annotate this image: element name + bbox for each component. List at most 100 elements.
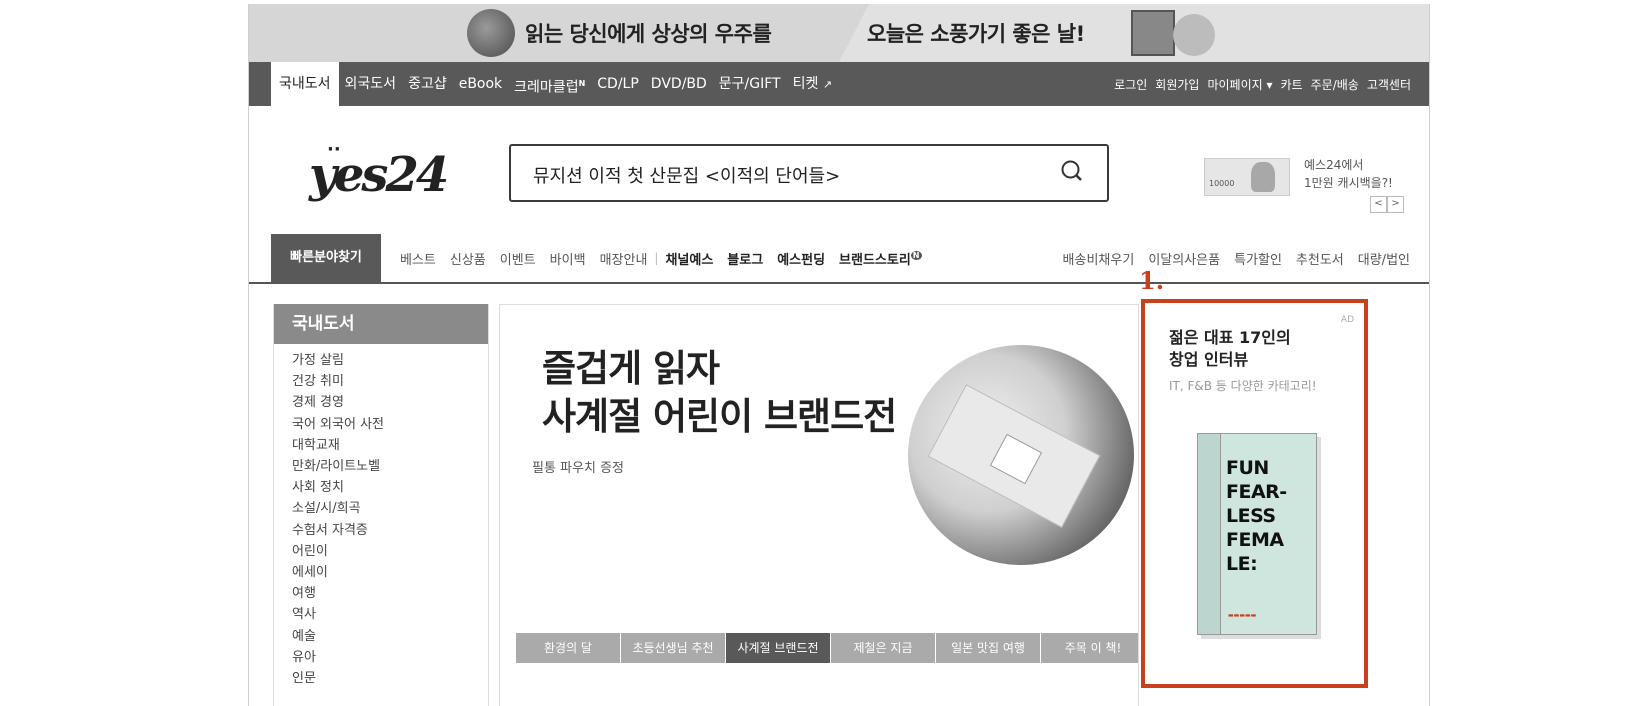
new-badge-icon: N [910,251,922,261]
lnb-channel-yes[interactable]: 채널예스 [658,249,720,268]
lnb-special-discount[interactable]: 특가할인 [1227,249,1289,268]
hero-tab[interactable]: 환경의 달 [516,633,621,663]
lnb-event[interactable]: 이벤트 [493,249,543,268]
gnb-crema-label: 크레마클럽 [514,79,579,96]
side-ad-banner[interactable]: AD 젊은 대표 17인의 창업 인터뷰 IT, F&B 등 다양한 카테고리!… [1141,299,1368,688]
promo-line-1: 예스24에서 [1304,158,1364,172]
book-cover-title: FUN FEAR- LESS FEMA LE: [1226,456,1287,576]
gnb-domestic-books[interactable]: 국내도서 [271,62,339,106]
gnb-ebook[interactable]: eBook [453,62,508,106]
category-item[interactable]: 여행 [292,583,488,604]
gnb-ticket[interactable]: 티켓 ↗ [787,62,838,106]
category-item[interactable]: 만화/라이트노벨 [292,456,488,477]
banner-left-text[interactable]: 읽는 당신에게 상상의 우주를 [525,18,772,48]
quick-category-button[interactable]: 빠른분야찾기 [271,234,381,282]
book-title-line: FEMA [1226,529,1284,551]
secondary-nav: 빠른분야찾기 베스트 신상품 이벤트 바이백 매장안내 | 채널예스 블로그 예… [249,234,1429,284]
gnb-ticket-label: 티켓 [792,76,819,92]
chevron-right-icon[interactable]: > [1387,196,1404,213]
customer-center-link[interactable]: 고객센터 [1363,76,1415,93]
hero-tab[interactable]: 초등선생님 추천 [621,633,726,663]
signup-link[interactable]: 회원가입 [1151,76,1203,93]
category-item[interactable]: 수험서 자격증 [292,520,488,541]
category-item[interactable]: 가정 살림 [292,350,488,371]
lnb-bulk-corporate[interactable]: 대량/법인 [1351,249,1417,268]
book-title-line: LESS [1226,505,1276,527]
book-cover-image[interactable]: FUN FEAR- LESS FEMA LE: ▬▬▬▬▬ [1197,433,1317,635]
hero-title-line-1: 즐겁게 읽자 [542,347,720,390]
hero-tab[interactable]: 제철은 지금 [831,633,936,663]
book-title-line: LE: [1226,553,1258,575]
gnb-foreign-books[interactable]: 외국도서 [339,62,403,106]
annotation-number: 1. [1139,266,1165,295]
search-icon[interactable] [1061,160,1083,182]
gnb-stationery[interactable]: 문구/GIFT [713,62,787,106]
banknote-value: 10000 [1209,179,1235,188]
hero-product-image [908,345,1134,565]
lnb-yes-funding[interactable]: 예스펀딩 [770,249,832,268]
category-list: 가정 살림 건강 취미 경제 경영 국어 외국어 사전 대학교재 만화/라이트노… [274,344,488,689]
lnb-best[interactable]: 베스트 [393,249,443,268]
hero-title-line-2: 사계절 어린이 브랜드전 [542,395,897,438]
ad-tag: AD [1340,315,1354,325]
gnb-cd-lp[interactable]: CD/LP [591,62,645,106]
hero-tab-list: 환경의 달 초등선생님 추천 사계절 브랜드전 제철은 지금 일본 맛집 여행 … [516,633,1138,663]
banknote-portrait [1251,162,1275,192]
banner-right-text[interactable]: 오늘은 소풍가기 좋은 날! [867,18,1085,48]
category-item[interactable]: 유아 [292,647,488,668]
category-item[interactable]: 경제 경영 [292,392,488,413]
mypage-link[interactable]: 마이페이지 ▾ [1203,76,1276,93]
lnb-recommended[interactable]: 추천도서 [1289,249,1351,268]
category-item[interactable]: 사회 정치 [292,477,488,498]
category-title[interactable]: 국내도서 [274,304,488,344]
hero-tab[interactable]: 일본 맛집 여행 [936,633,1041,663]
lnb-brand-story-label: 브랜드스토리 [839,252,911,268]
hero-tab[interactable]: 주목 이 책! [1041,633,1138,663]
category-item[interactable]: 예술 [292,626,488,647]
category-item[interactable]: 에세이 [292,562,488,583]
ad-title: 젊은 대표 17인의 창업 인터뷰 [1169,327,1291,371]
gnb-used-shop[interactable]: 중고샵 [402,62,453,106]
hero-title[interactable]: 즐겁게 읽자 사계절 어린이 브랜드전 [542,345,897,441]
lnb-fill-shipping[interactable]: 배송비채우기 [1056,249,1142,268]
category-item[interactable]: 소설/시/희곡 [292,498,488,519]
cart-link[interactable]: 카트 [1277,76,1307,93]
hero-tab-active[interactable]: 사계절 브랜드전 [726,633,831,663]
main-hero-banner[interactable]: 즐겁게 읽자 사계절 어린이 브랜드전 필통 파우치 증정 환경의 달 초등선생… [499,304,1139,706]
lnb-new[interactable]: 신상품 [443,249,493,268]
category-item[interactable]: 대학교재 [292,435,488,456]
page-frame: 읽는 당신에게 상상의 우주를 오늘은 소풍가기 좋은 날! 국내도서 외국도서… [248,4,1430,706]
chevron-left-icon[interactable]: < [1370,196,1387,213]
yes24-logo[interactable]: yes24 [309,147,449,203]
lnb-brand-story[interactable]: 브랜드스토리 N [832,249,928,268]
promo-line-2: 1만원 캐시백을?! [1304,176,1393,190]
hero-subtitle: 필통 파우치 증정 [532,461,624,476]
cashback-promo-text[interactable]: 예스24에서 1만원 캐시백을?! [1304,156,1393,192]
lnb-blog[interactable]: 블로그 [720,249,770,268]
gnb-crema-club[interactable]: 크레마클럽N [508,62,591,106]
external-link-icon: ↗ [822,78,833,91]
promo-pager: < > [1370,196,1404,213]
category-item[interactable]: 인문 [292,668,488,689]
ad-title-line-2: 창업 인터뷰 [1169,350,1249,369]
category-item[interactable]: 역사 [292,604,488,625]
lnb-buyback[interactable]: 바이백 [543,249,593,268]
new-badge-icon: N [578,79,586,88]
global-nav: 국내도서 외국도서 중고샵 eBook 크레마클럽N CD/LP DVD/BD … [249,62,1429,106]
category-item[interactable]: 건강 취미 [292,371,488,392]
lnb-store-info[interactable]: 매장안내 [593,249,655,268]
banner-image-picnic [1173,14,1215,56]
category-item[interactable]: 어린이 [292,541,488,562]
banner-image-bag [1131,10,1175,56]
category-item[interactable]: 국어 외국어 사전 [292,414,488,435]
category-sidebar: 국내도서 가정 살림 건강 취미 경제 경영 국어 외국어 사전 대학교재 만화… [273,304,489,706]
search-input[interactable]: 뮤지션 이적 첫 산문집 <이적의 단어들> [533,162,840,188]
order-delivery-link[interactable]: 주문/배송 [1307,76,1363,93]
top-promo-banner[interactable]: 읽는 당신에게 상상의 우주를 오늘은 소풍가기 좋은 날! [249,4,1429,62]
search-box[interactable]: 뮤지션 이적 첫 산문집 <이적의 단어들> [509,144,1109,202]
login-link[interactable]: 로그인 [1110,76,1151,93]
ad-title-line-1: 젊은 대표 17인의 [1169,328,1291,347]
lnb-monthly-gift[interactable]: 이달의사은품 [1141,249,1227,268]
gnb-dvd-bd[interactable]: DVD/BD [645,62,713,106]
book-title-line: FEAR- [1226,481,1287,503]
